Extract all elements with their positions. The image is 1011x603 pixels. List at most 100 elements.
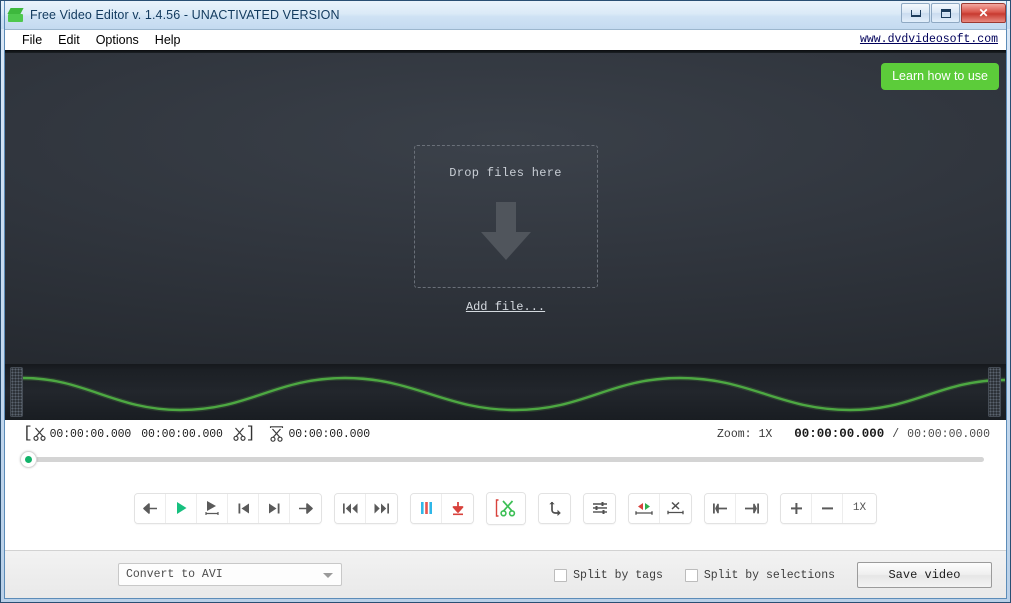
waveform-right-handle[interactable] [988, 367, 1001, 417]
jump-end-button[interactable] [736, 494, 767, 523]
skip-next-icon [268, 502, 281, 515]
drop-zone[interactable]: Drop files here [414, 145, 598, 288]
scissors-icon [233, 427, 246, 441]
delete-selection-button[interactable] [660, 494, 691, 523]
split-by-tags-checkbox[interactable]: Split by tags [554, 569, 663, 582]
total-time: 00:00:00.000 [907, 428, 990, 441]
plus-icon [790, 502, 803, 515]
toolbar-group-seek [334, 493, 398, 524]
zoom-level-button[interactable]: 1X [843, 494, 876, 523]
website-link[interactable]: www.dvdvideosoft.com [860, 33, 998, 46]
play-button[interactable] [166, 494, 197, 523]
arrow-down-icon [481, 202, 531, 260]
arrow-right-icon [298, 502, 313, 515]
toolbar-group-selection [628, 493, 692, 524]
waveform-panel[interactable] [5, 364, 1006, 420]
selection-icon-group [269, 426, 284, 442]
add-tag-button[interactable] [411, 494, 442, 523]
scissors-icon [33, 427, 46, 441]
checkbox-box [554, 569, 567, 582]
prev-marker-button[interactable] [228, 494, 259, 523]
menu-item-help[interactable]: Help [147, 32, 189, 48]
add-file-link[interactable]: Add file... [466, 300, 545, 314]
mark-out-timecode[interactable]: 00:00:00.000 [141, 428, 223, 441]
zoom-in-button[interactable] [781, 494, 812, 523]
editor-controls-panel: [ 00:00:00.000 00:00:00.000 [5, 420, 1006, 550]
drop-zone-wrapper: Drop files here Add file... [414, 145, 598, 315]
minimize-button[interactable] [901, 3, 930, 23]
minimize-icon [911, 10, 921, 17]
rewind-icon [342, 502, 359, 515]
invert-selection-button[interactable] [629, 494, 660, 523]
delete-range-icon [667, 501, 684, 516]
menu-item-edit[interactable]: Edit [50, 32, 88, 48]
output-format-select[interactable]: Convert to AVI [118, 563, 342, 586]
color-bars-icon [419, 501, 434, 515]
play-range-icon [204, 500, 220, 516]
fast-forward-icon [373, 502, 390, 515]
split-by-selections-label: Split by selections [704, 569, 835, 582]
title-bar: Free Video Editor v. 1.4.56 - UNACTIVATE… [1, 1, 1010, 29]
chevron-down-icon [323, 573, 333, 578]
seek-slider-track[interactable] [35, 457, 984, 462]
toolbar-group-markers [410, 493, 474, 524]
rotate-button[interactable] [539, 494, 570, 523]
adjust-button[interactable] [584, 494, 615, 523]
window-controls: ✕ [900, 3, 1006, 23]
bottom-bar: Convert to AVI Split by tags Split by se… [5, 550, 1006, 598]
toolbar-group-playback [134, 493, 322, 524]
video-editor-icon [7, 7, 24, 24]
step-forward-button[interactable] [290, 494, 321, 523]
bottom-right-group: Split by tags Split by selections Save v… [554, 551, 992, 599]
minus-icon [821, 502, 834, 515]
current-time: 00:00:00.000 [794, 427, 884, 441]
close-button[interactable]: ✕ [961, 3, 1006, 23]
sliders-icon [592, 501, 608, 515]
play-icon [175, 501, 188, 515]
next-marker-button[interactable] [259, 494, 290, 523]
maximize-button[interactable] [931, 3, 960, 23]
cut-button[interactable] [487, 493, 525, 524]
waveform-left-handle[interactable] [10, 367, 23, 417]
zoom-level-label: Zoom: 1X [717, 428, 772, 441]
zoom-time-display: Zoom: 1X 00:00:00.000 / 00:00:00.000 [717, 420, 990, 448]
menu-item-file[interactable]: File [14, 32, 50, 48]
menu-bar: File Edit Options Help www.dvdvideosoft.… [5, 29, 1006, 50]
zoom-out-button[interactable] [812, 494, 843, 523]
toolbar-group-settings [583, 493, 616, 524]
waveform-graph [5, 364, 1006, 420]
rotate-icon [547, 501, 562, 516]
jump-start-button[interactable] [705, 494, 736, 523]
selection-timecode[interactable]: 00:00:00.000 [288, 428, 370, 441]
application-window: Free Video Editor v. 1.4.56 - UNACTIVATE… [0, 0, 1011, 603]
time-separator: / [892, 428, 899, 441]
toolbar: 1X [5, 470, 1006, 550]
window-title: Free Video Editor v. 1.4.56 - UNACTIVATE… [30, 8, 340, 22]
mark-in-icon-group: [ [23, 426, 46, 442]
play-selection-button[interactable] [197, 494, 228, 523]
scissors-span-icon [269, 426, 284, 442]
insert-marker-button[interactable] [442, 494, 473, 523]
timecode-row: [ 00:00:00.000 00:00:00.000 [5, 420, 1006, 448]
invert-arrows-icon [635, 501, 653, 516]
toolbar-group-cut [486, 492, 526, 525]
mark-out-icon-group: ] [233, 426, 256, 442]
maximize-icon [941, 9, 951, 18]
scissors-icon [494, 498, 518, 518]
learn-how-to-use-button[interactable]: Learn how to use [881, 63, 999, 90]
jump-end-icon [744, 502, 760, 515]
step-back-button[interactable] [135, 494, 166, 523]
menu-item-options[interactable]: Options [88, 32, 147, 48]
toolbar-group-jump [704, 493, 768, 524]
split-by-selections-checkbox[interactable]: Split by selections [685, 569, 835, 582]
toolbar-group-rotate [538, 493, 571, 524]
video-preview-area[interactable]: Learn how to use Drop files here Add fil… [5, 50, 1006, 364]
seek-slider-thumb[interactable] [20, 451, 37, 468]
fast-forward-button[interactable] [366, 494, 397, 523]
drop-files-label: Drop files here [449, 166, 562, 180]
save-video-button[interactable]: Save video [857, 562, 992, 588]
rewind-button[interactable] [335, 494, 366, 523]
toolbar-group-zoom: 1X [780, 493, 877, 524]
mark-in-timecode[interactable]: 00:00:00.000 [50, 428, 132, 441]
arrow-left-icon [143, 502, 158, 515]
